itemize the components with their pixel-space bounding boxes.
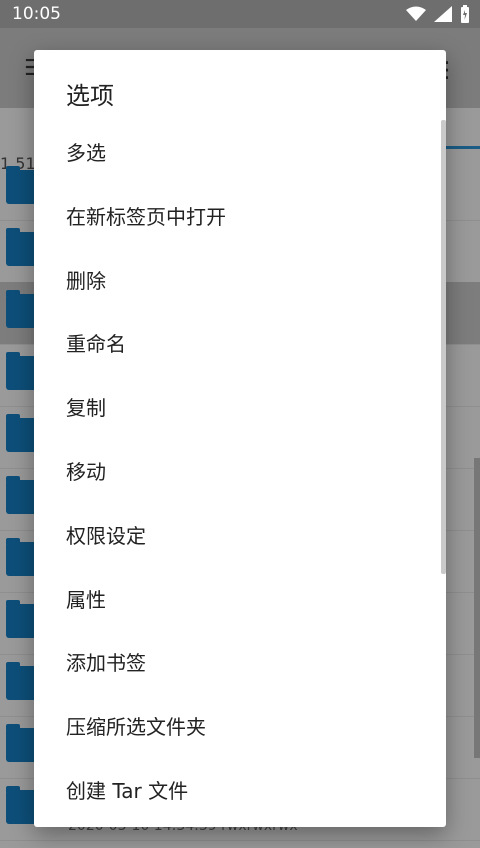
menu-item-copy[interactable]: 复制 bbox=[34, 377, 446, 441]
menu-item-properties[interactable]: 属性 bbox=[34, 569, 446, 633]
menu-item-delete[interactable]: 删除 bbox=[34, 250, 446, 314]
menu-item-multi-select[interactable]: 多选 bbox=[34, 122, 446, 186]
menu-item-rename[interactable]: 重命名 bbox=[34, 313, 446, 377]
menu-item-open-in-new-tab[interactable]: 在新标签页中打开 bbox=[34, 186, 446, 250]
dialog-scrollbar[interactable] bbox=[441, 120, 446, 574]
options-dialog: 选项 多选 在新标签页中打开 删除 重命名 复制 移动 权限设定 属性 添加书签… bbox=[34, 50, 446, 827]
menu-item-add-bookmark[interactable]: 添加书签 bbox=[34, 632, 446, 696]
status-bar: 10:05 bbox=[0, 0, 480, 28]
list-scrollbar[interactable] bbox=[474, 458, 480, 758]
wifi-icon bbox=[406, 6, 426, 21]
menu-item-create-tar[interactable]: 创建 Tar 文件 bbox=[34, 760, 446, 824]
tab-indicator bbox=[440, 146, 480, 149]
menu-item-move[interactable]: 移动 bbox=[34, 441, 446, 505]
options-list: 多选 在新标签页中打开 删除 重命名 复制 移动 权限设定 属性 添加书签 压缩… bbox=[34, 122, 446, 824]
status-icons bbox=[406, 5, 470, 23]
menu-item-permissions[interactable]: 权限设定 bbox=[34, 505, 446, 569]
signal-icon bbox=[434, 6, 452, 22]
battery-icon bbox=[461, 5, 469, 23]
dialog-title: 选项 bbox=[66, 82, 114, 110]
menu-item-compress-folder[interactable]: 压缩所选文件夹 bbox=[34, 696, 446, 760]
status-time: 10:05 bbox=[12, 4, 61, 24]
